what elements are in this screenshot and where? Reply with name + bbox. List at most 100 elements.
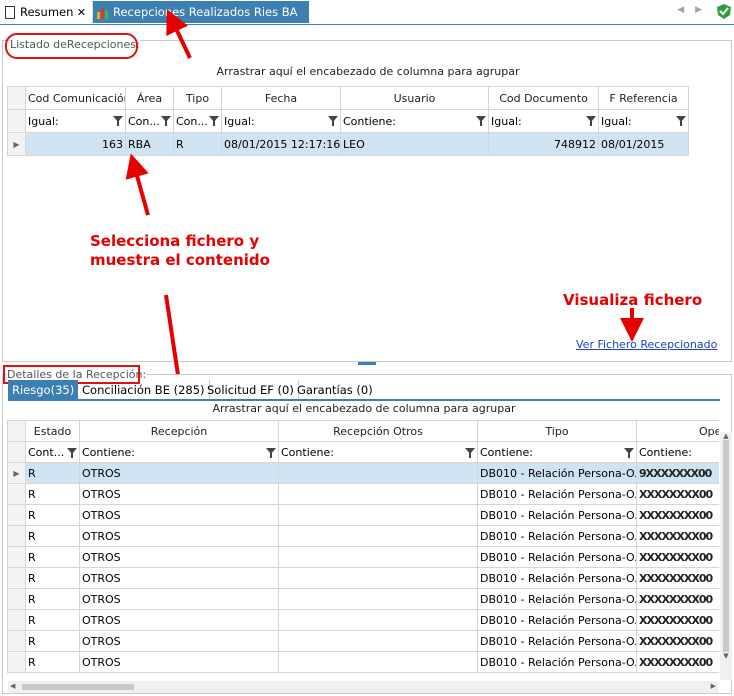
group-by-hint[interactable]: Arrastrar aquí el encabezado de columna … xyxy=(8,402,720,415)
scroll-up-icon[interactable]: ▲ xyxy=(720,432,732,440)
column-header-recepcion[interactable]: Recepción xyxy=(79,420,279,442)
cell-recepcion-otros[interactable] xyxy=(278,567,478,589)
tab-scroll-arrows-icon[interactable]: ◀ ▶ xyxy=(677,5,706,15)
cell-recepcion-otros[interactable] xyxy=(278,588,478,610)
scrollbar-thumb[interactable] xyxy=(723,440,729,652)
tab-riesgo[interactable]: Riesgo(35) xyxy=(8,380,79,399)
column-header-tipo[interactable]: Tipo xyxy=(477,420,637,442)
cell-ope[interactable]: XXXXXXXX00 xyxy=(636,525,719,547)
group-by-hint[interactable]: Arrastrar aquí el encabezado de columna … xyxy=(8,65,728,78)
cell-ope[interactable]: 9XXXXXXX00 xyxy=(636,462,719,484)
table-row[interactable]: R OTROS DB010 - Relación Persona-O... XXXXX… xyxy=(7,567,719,589)
cell-estado[interactable]: R xyxy=(25,630,80,652)
filter-area[interactable]: Con... xyxy=(125,109,174,133)
filter-tipo[interactable]: Con... xyxy=(173,109,222,133)
column-header-fecha[interactable]: Fecha xyxy=(221,86,341,110)
cell-usuario[interactable]: LEO xyxy=(340,132,489,156)
cell-recepcion-otros[interactable] xyxy=(278,462,478,484)
tab-garantias[interactable]: Garantías (0) xyxy=(293,380,377,399)
cell-ope[interactable]: XXXXXXXX00 xyxy=(636,483,719,505)
filter-fecha[interactable]: Igual: xyxy=(221,109,341,133)
cell-recepcion-otros[interactable] xyxy=(278,630,478,652)
cell-tipo[interactable]: DB010 - Relación Persona-O... xyxy=(477,483,637,505)
cell-recepcion-otros[interactable] xyxy=(278,504,478,526)
cell-recepcion[interactable]: OTROS xyxy=(79,504,279,526)
splitter-handle[interactable] xyxy=(358,362,376,365)
cell-tipo[interactable]: DB010 - Relación Persona-O... xyxy=(477,525,637,547)
tab-resumen[interactable]: Resumen ✕ xyxy=(0,1,93,23)
table-row[interactable]: R OTROS DB010 - Relación Persona-O... XXXXX… xyxy=(7,504,719,526)
scrollbar-thumb[interactable] xyxy=(22,684,134,690)
column-header-ope[interactable]: Ope xyxy=(636,420,719,442)
cell-ope[interactable]: XXXXXXXX00 xyxy=(636,609,719,631)
filter-icon[interactable] xyxy=(266,448,276,458)
cell-recepcion[interactable]: OTROS xyxy=(79,567,279,589)
filter-estado[interactable]: Cont... xyxy=(25,441,80,463)
cell-recepcion[interactable]: OTROS xyxy=(79,609,279,631)
cell-estado[interactable]: R xyxy=(25,483,80,505)
ver-fichero-link[interactable]: Ver Fichero Recepcionado xyxy=(576,338,717,351)
cell-recepcion-otros[interactable] xyxy=(278,609,478,631)
cell-tipo[interactable]: DB010 - Relación Persona-O... xyxy=(477,609,637,631)
cell-area[interactable]: RBA xyxy=(125,132,174,156)
cell-ope[interactable]: XXXXXXXX00 xyxy=(636,504,719,526)
scroll-right-icon[interactable]: ▶ xyxy=(711,682,716,690)
filter-icon[interactable] xyxy=(586,116,596,126)
table-row[interactable]: R OTROS DB010 - Relación Persona-O... XXXXX… xyxy=(7,483,719,505)
column-header-area[interactable]: Área xyxy=(125,86,174,110)
cell-tipo[interactable]: DB010 - Relación Persona-O... xyxy=(477,630,637,652)
filter-recepcion-otros[interactable]: Contiene: xyxy=(278,441,478,463)
filter-icon[interactable] xyxy=(328,116,338,126)
cell-estado[interactable]: R xyxy=(25,504,80,526)
cell-recepcion[interactable]: OTROS xyxy=(79,525,279,547)
cell-tipo[interactable]: DB010 - Relación Persona-O... xyxy=(477,462,637,484)
scroll-left-icon[interactable]: ◀ xyxy=(10,682,15,690)
table-row[interactable]: ▶ R OTROS DB010 - Relación Persona-O... 9XXX… xyxy=(7,462,719,484)
filter-f-referencia[interactable]: Igual: xyxy=(598,109,689,133)
filter-tipo[interactable]: Contiene: xyxy=(477,441,637,463)
filter-icon[interactable] xyxy=(465,448,475,458)
filter-usuario[interactable]: Contiene: xyxy=(340,109,489,133)
table-row[interactable]: R OTROS DB010 - Relación Persona-O... XXXXX… xyxy=(7,609,719,631)
filter-icon[interactable] xyxy=(113,116,123,126)
filter-icon[interactable] xyxy=(67,448,77,458)
cell-recepcion-otros[interactable] xyxy=(278,525,478,547)
scroll-down-icon[interactable]: ▼ xyxy=(720,652,732,660)
cell-recepcion[interactable]: OTROS xyxy=(79,462,279,484)
filter-cod-comunicacion[interactable]: Igual: xyxy=(25,109,126,133)
column-header-recepcion-otros[interactable]: Recepción Otros xyxy=(278,420,478,442)
column-header-f-referencia[interactable]: F Referencia xyxy=(598,86,689,110)
cell-tipo[interactable]: DB010 - Relación Persona-O... xyxy=(477,546,637,568)
filter-cod-documento[interactable]: Igual: xyxy=(488,109,599,133)
filter-icon[interactable] xyxy=(161,116,171,126)
filter-icon[interactable] xyxy=(209,116,219,126)
filter-icon[interactable] xyxy=(676,116,686,126)
cell-recepcion[interactable]: OTROS xyxy=(79,651,279,673)
filter-icon[interactable] xyxy=(624,448,634,458)
cell-tipo[interactable]: DB010 - Relación Persona-O... xyxy=(477,504,637,526)
cell-ope[interactable]: XXXXXXXX00 xyxy=(636,651,719,673)
cell-recepcion[interactable]: OTROS xyxy=(79,630,279,652)
table-row[interactable]: R OTROS DB010 - Relación Persona-O... XXXXX… xyxy=(7,588,719,610)
column-header-estado[interactable]: Estado xyxy=(25,420,80,442)
cell-estado[interactable]: R xyxy=(25,567,80,589)
cell-recepcion-otros[interactable] xyxy=(278,483,478,505)
column-header-tipo[interactable]: Tipo xyxy=(173,86,222,110)
cell-estado[interactable]: R xyxy=(25,651,80,673)
cell-ope[interactable]: XXXXXXXX00 xyxy=(636,630,719,652)
cell-estado[interactable]: R xyxy=(25,588,80,610)
cell-estado[interactable]: R xyxy=(25,525,80,547)
table-row[interactable]: R OTROS DB010 - Relación Persona-O... XXXXX… xyxy=(7,630,719,652)
column-header-cod-comunicacion[interactable]: Cod Comunicación xyxy=(25,86,126,110)
cell-estado[interactable]: R xyxy=(25,462,80,484)
close-icon[interactable]: ✕ xyxy=(77,6,86,19)
cell-ope[interactable]: XXXXXXXX00 xyxy=(636,546,719,568)
horizontal-scrollbar[interactable]: ◀ ▶ xyxy=(8,681,718,693)
table-row[interactable]: ▶ 163 RBA R 08/01/2015 12:17:16 LEO 7489… xyxy=(7,132,689,156)
cell-tipo[interactable]: DB010 - Relación Persona-O... xyxy=(477,651,637,673)
column-header-usuario[interactable]: Usuario xyxy=(340,86,489,110)
cell-f-referencia[interactable]: 08/01/2015 xyxy=(598,132,689,156)
refresh-icon[interactable] xyxy=(716,3,732,20)
cell-recepcion-otros[interactable] xyxy=(278,651,478,673)
cell-tipo[interactable]: DB010 - Relación Persona-O... xyxy=(477,588,637,610)
